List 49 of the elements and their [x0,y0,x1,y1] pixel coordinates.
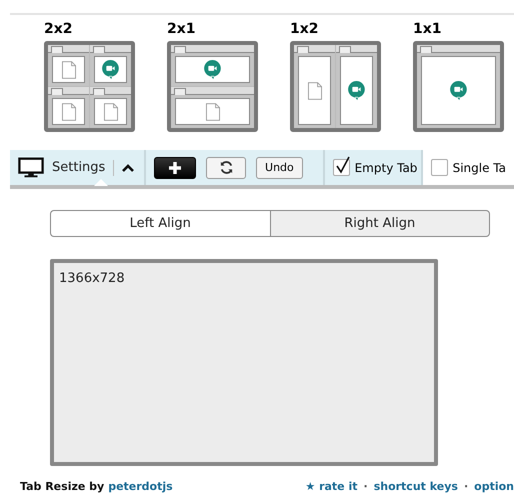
align-toggle[interactable]: Left Align [50,210,270,237]
footer-link[interactable]: option [474,480,514,493]
tab-icon [420,46,432,53]
tab-icon [174,88,186,95]
layout-label: 2x2 [44,21,73,37]
monitor-icon[interactable] [18,157,44,178]
footer-link[interactable]: shortcut keys [374,480,458,493]
checkbox[interactable] [332,159,350,176]
video-chat-icon [348,80,365,100]
video-chat-icon [450,80,467,100]
layout-button[interactable] [290,41,381,132]
layout-button[interactable] [413,41,504,132]
document-icon [62,60,76,78]
refresh-button[interactable] [206,156,246,178]
resolution-label: 1366x728 [59,271,125,286]
tab-icon [51,46,63,53]
plus-icon [168,160,182,174]
document-icon [104,102,118,120]
video-chat-icon [102,60,119,80]
video-chat-icon [204,60,221,80]
tab-icon [297,46,309,53]
checkbox-label: Empty Tab [354,160,418,174]
chevron-up-icon[interactable] [122,164,134,172]
layout-label: 1x2 [290,21,319,37]
tab-icon [51,88,63,95]
refresh-icon [218,160,234,175]
layout-label: 1x1 [413,21,442,37]
separator-dot: · [364,480,368,493]
tab-icon [339,46,351,53]
checkbox[interactable] [430,159,448,176]
settings-label[interactable]: Settings [52,160,106,175]
credit-text: Tab Resize by [20,480,104,493]
document-icon [308,82,322,100]
document-icon [62,102,76,120]
separator-dot: · [464,480,468,493]
layout-button[interactable] [44,41,135,132]
layout-button[interactable] [167,41,258,132]
tab-icon [174,46,186,53]
tab-icon [93,46,105,53]
tab-icon [93,88,105,95]
author-link[interactable]: peterdotjs [108,480,173,493]
undo-button[interactable]: Undo [256,156,303,178]
checkbox-label: Single Ta [452,160,506,174]
align-toggle[interactable]: Right Align [270,210,490,237]
layout-label: 2x1 [167,21,196,37]
add-button[interactable] [154,156,196,178]
pointer-arrow [94,179,108,186]
footer-link[interactable]: ★ rate it [305,480,358,493]
document-icon [206,102,220,120]
